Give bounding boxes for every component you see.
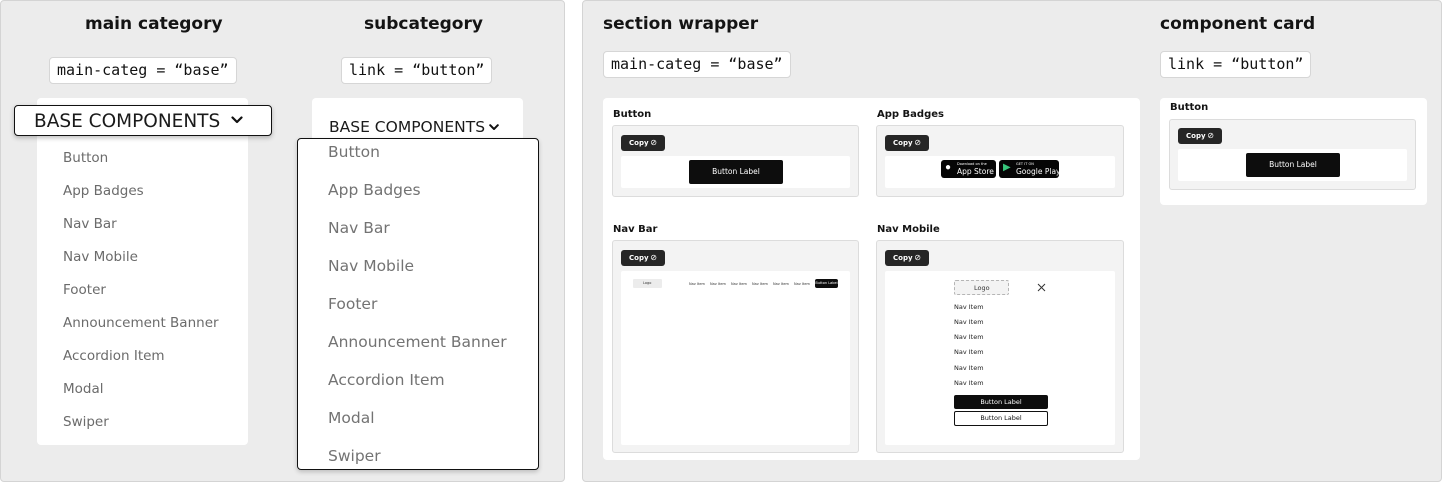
nav-bar-canvas [621, 271, 850, 445]
mobile-primary-button[interactable]: Button Label [954, 395, 1048, 409]
main-category-heading: main category [85, 14, 223, 34]
link-icon: ⊘ [650, 253, 657, 262]
copy-label: Copy [629, 139, 649, 147]
copy-button[interactable]: Copy ⊘ [1178, 128, 1222, 144]
nav-button[interactable]: Button Label [815, 279, 838, 288]
dropdown-label: BASE COMPONENTS [34, 111, 221, 132]
subcategory-heading: subcategory [364, 14, 483, 34]
card-title-nav-bar: Nav Bar [613, 224, 658, 235]
nav-item[interactable]: Nav Item [752, 282, 768, 286]
badge-small-text: Download on the [957, 162, 987, 166]
component-card-code: link = “button” [1160, 51, 1312, 78]
copy-label: Copy [629, 254, 649, 262]
subcategory-code: link = “button” [341, 57, 493, 84]
app-store-badge[interactable]: ● Download on the App Store [941, 160, 996, 178]
list-item[interactable]: Swiper [63, 414, 109, 430]
copy-label: Copy [1186, 132, 1206, 140]
chevron-down-icon [231, 116, 243, 124]
card-title-nav-mobile: Nav Mobile [877, 224, 940, 235]
main-category-code: main-categ = “base” [49, 57, 237, 84]
link-icon: ⊘ [1207, 131, 1214, 140]
chevron-down-icon [489, 124, 499, 130]
menu-item[interactable]: Footer [328, 295, 377, 313]
nav-item[interactable]: Nav Item [794, 282, 810, 286]
section-wrapper-code: main-categ = “base” [603, 51, 791, 78]
list-item[interactable]: Nav Bar [63, 216, 117, 232]
link-icon: ⊘ [914, 138, 921, 147]
list-item[interactable]: Accordion Item [63, 348, 165, 364]
mobile-logo-text: Logo [974, 284, 990, 292]
nav-item[interactable]: Nav Item [710, 282, 726, 286]
nav-item[interactable]: Nav Item [773, 282, 789, 286]
button-sample[interactable]: Button Label [689, 160, 783, 184]
menu-item[interactable]: Swiper [328, 447, 381, 465]
subcategory-dropdown-label[interactable]: BASE COMPONENTS [329, 118, 485, 136]
nav-item[interactable]: Nav Item [954, 364, 984, 372]
nav-logo-text: Logo [643, 281, 652, 285]
copy-button[interactable]: Copy ⊘ [885, 250, 929, 266]
menu-item[interactable]: Announcement Banner [328, 333, 507, 351]
badge-big-text: Google Play [1016, 167, 1061, 176]
copy-button[interactable]: Copy ⊘ [885, 135, 929, 151]
badge-big-text: App Store [957, 167, 994, 176]
apple-icon: ● [945, 162, 952, 173]
component-card-heading: component card [1160, 14, 1316, 34]
close-icon[interactable] [1037, 283, 1046, 292]
nav-item[interactable]: Nav Item [689, 282, 705, 286]
list-item[interactable]: App Badges [63, 183, 144, 199]
list-item[interactable]: Button [63, 150, 108, 166]
copy-button[interactable]: Copy ⊘ [621, 135, 665, 151]
section-wrapper-heading: section wrapper [603, 14, 759, 34]
menu-item[interactable]: Nav Bar [328, 219, 390, 237]
google-play-badge[interactable]: ▶ GET IT ON Google Play [999, 160, 1061, 178]
card-title-component: Button [1170, 102, 1209, 113]
mobile-secondary-button[interactable]: Button Label [954, 411, 1048, 426]
list-item[interactable]: Modal [63, 381, 104, 397]
menu-item[interactable]: Nav Mobile [328, 257, 414, 275]
copy-button[interactable]: Copy ⊘ [621, 250, 665, 266]
copy-label: Copy [893, 254, 913, 262]
play-icon: ▶ [1003, 162, 1011, 173]
nav-item[interactable]: Nav Item [954, 379, 984, 387]
card-title-button: Button [613, 109, 652, 120]
card-title-app-badges: App Badges [877, 109, 944, 120]
menu-item[interactable]: Button [328, 143, 380, 161]
nav-item[interactable]: Nav Item [954, 303, 984, 311]
menu-item[interactable]: Accordion Item [328, 371, 445, 389]
badge-small-text: GET IT ON [1016, 162, 1034, 166]
nav-item[interactable]: Nav Item [954, 333, 984, 341]
list-item[interactable]: Footer [63, 282, 106, 298]
list-item[interactable]: Announcement Banner [63, 315, 219, 331]
list-item[interactable]: Nav Mobile [63, 249, 138, 265]
menu-item[interactable]: Modal [328, 409, 375, 427]
base-components-dropdown[interactable]: BASE COMPONENTS [14, 105, 272, 136]
copy-label: Copy [893, 139, 913, 147]
menu-item[interactable]: App Badges [328, 181, 421, 199]
link-icon: ⊘ [914, 253, 921, 262]
nav-item[interactable]: Nav Item [954, 318, 984, 326]
nav-item[interactable]: Nav Item [954, 348, 984, 356]
nav-item[interactable]: Nav Item [731, 282, 747, 286]
component-button-sample[interactable]: Button Label [1246, 153, 1340, 177]
link-icon: ⊘ [650, 138, 657, 147]
